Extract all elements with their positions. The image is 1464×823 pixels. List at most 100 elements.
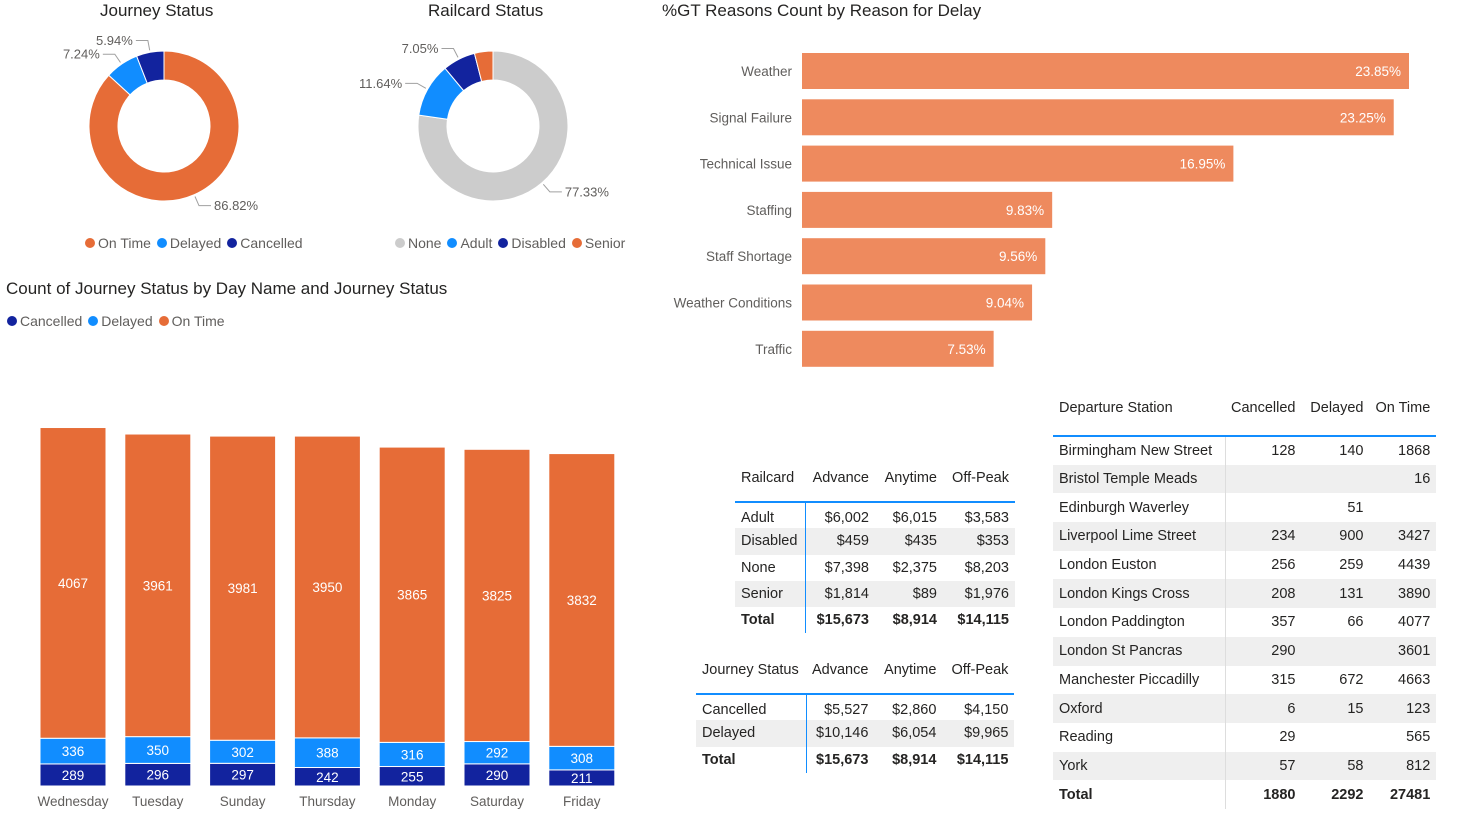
matrix-total-row: Total 1880 2292 27481 [1053, 780, 1436, 809]
row-label: Disabled [735, 528, 806, 555]
row-label: Total [1053, 780, 1226, 809]
table-row: Edinburgh Waverley 51 [1053, 493, 1437, 523]
day-chart-legend-delayed[interactable]: Delayed [88, 313, 153, 329]
day-stacked-column-chart[interactable]: 289 336 4067 Wednesday 296 350 3961 Tuesday 297 3… [0, 365, 660, 820]
column-header-cancelled[interactable]: Cancelled [1225, 400, 1302, 437]
railcard-legend-none[interactable]: None [395, 235, 441, 251]
railcard-leader-line [542, 183, 562, 193]
table-row: Oxford 6 15 123 [1053, 694, 1437, 723]
row-label: London Paddington [1053, 608, 1226, 637]
cell-value: $9,965 [942, 720, 1015, 747]
railcard-legend-senior[interactable]: Senior [571, 235, 625, 251]
matrix-header-row: Journey Status Advance Anytime Off-Peak [696, 662, 1015, 695]
cell-value: $3,583 [964, 509, 1009, 526]
column-header-railcard[interactable]: Railcard [735, 470, 805, 503]
matrix-table: Journey Status Advance Anytime Off-Peak Canc… [696, 662, 1015, 773]
matrix-total-row: Total $15,673 $8,914 $14,115 [696, 746, 1014, 773]
day-category-label: Saturday [470, 794, 524, 809]
day-chart-legend-on-time[interactable]: On Time [158, 313, 225, 329]
reason-category-label: Weather Conditions [674, 296, 793, 311]
day-category-label: Sunday [220, 794, 266, 809]
cell-value [1370, 493, 1437, 522]
reason-data-label: 23.85% [1355, 64, 1401, 79]
day-bar-data-label: 3832 [567, 593, 597, 608]
cell-value: 4077 [1398, 614, 1431, 631]
day-bar-data-label: 3825 [482, 588, 512, 603]
legend-dot-icon [227, 238, 238, 248]
column-header-journey-status[interactable]: Journey Status [696, 662, 806, 695]
legend-dot-icon [7, 316, 17, 326]
cell-value: 4439 [1398, 557, 1431, 574]
day-bar-data-label: 350 [147, 743, 170, 758]
cell-value: $8,914 [892, 612, 937, 629]
row-label: Cancelled [696, 694, 807, 721]
column-header-off-peak[interactable]: Off-Peak [943, 470, 1015, 503]
day-bar-data-label: 308 [571, 751, 594, 766]
legend-label: Disabled [511, 235, 566, 251]
cell-value: $14,115 [956, 751, 1009, 768]
table-row: Adult $6,002 $6,015 $3,583 [735, 502, 1015, 529]
column-header-anytime[interactable]: Anytime [874, 662, 943, 695]
cell-value: 16 [1369, 464, 1437, 494]
journey-status-leader-line [194, 196, 212, 207]
row-label: London Kings Cross [1053, 579, 1226, 609]
cell-value: 6 [1225, 694, 1302, 723]
column-header-advance[interactable]: Advance [806, 662, 875, 695]
day-bar-data-label: 336 [62, 744, 85, 759]
reasons-bar-chart[interactable]: Weather 23.85% Signal Failure 23.25% Technic… [660, 40, 1450, 385]
column-header-delayed[interactable]: Delayed [1301, 400, 1370, 437]
legend-dot-icon [498, 238, 509, 248]
railcard-legend-adult[interactable]: Adult [447, 235, 492, 251]
cell-value: 1880 [1263, 786, 1296, 803]
day-bar-data-label: 242 [316, 770, 339, 785]
cell-value: 3427 [1369, 522, 1437, 551]
legend-label: Delayed [101, 313, 153, 329]
legend-dot-icon [571, 238, 582, 248]
day-bar-data-label: 255 [401, 769, 424, 784]
legend-label: Adult [460, 235, 493, 251]
cell-value: $6,002 [824, 509, 869, 526]
journey-status-donut[interactable]: 86.82% 7.24%5.94% [0, 28, 330, 228]
journey-status-legend-delayed[interactable]: Delayed [156, 235, 221, 251]
legend-dot-icon [156, 238, 167, 248]
cell-value: $2,375 [892, 559, 937, 576]
column-header-on-time[interactable]: On Time [1369, 400, 1437, 437]
column-header-advance[interactable]: Advance [805, 470, 875, 503]
reason-category-label: Weather [741, 64, 792, 79]
cell-value: 123 [1369, 694, 1437, 723]
row-label: Oxford [1053, 694, 1226, 723]
railcard-status-legend[interactable]: None Adult Disabled Senior [395, 235, 631, 251]
journey-status-legend-on-time[interactable]: On Time [85, 235, 151, 251]
departure-station-matrix: Departure Station Cancelled Delayed On Time… [1053, 400, 1437, 809]
cell-value: 140 [1339, 442, 1364, 459]
cell-value: $10,146 [806, 720, 875, 747]
matrix-table: Railcard Advance Anytime Off-Peak Adult $6,00… [735, 470, 1015, 634]
journey-status-legend-cancelled[interactable]: Cancelled [227, 235, 303, 251]
cell-value: 234 [1225, 522, 1302, 551]
day-bar-data-label: 316 [401, 747, 424, 762]
legend-label: On Time [98, 235, 151, 251]
day-chart-legend-cancelled[interactable]: Cancelled [7, 313, 82, 329]
journey-status-legend[interactable]: On Time Delayed Cancelled [85, 235, 309, 251]
row-label: York [1053, 751, 1226, 781]
column-header-anytime[interactable]: Anytime [875, 470, 943, 503]
cell-value: 900 [1301, 522, 1370, 551]
legend-dot-icon [447, 238, 458, 248]
table-row: Bristol Temple Meads 16 [1053, 464, 1437, 494]
cell-value: 672 [1339, 671, 1364, 688]
day-category-label: Friday [563, 794, 601, 809]
reason-data-label: 7.53% [947, 342, 985, 357]
column-header-departure-station[interactable]: Departure Station [1053, 400, 1225, 437]
cell-value: $7,398 [824, 559, 869, 576]
railcard-price-matrix: Railcard Advance Anytime Off-Peak Adult $6,00… [735, 470, 1015, 634]
day-chart-legend[interactable]: Cancelled Delayed On Time [7, 313, 231, 329]
day-bar-data-label: 302 [231, 745, 254, 760]
railcard-status-donut[interactable]: 77.33% 11.64% 7.05% [330, 28, 660, 228]
cell-value: 3601 [1369, 636, 1437, 666]
cell-value: 66 [1347, 614, 1364, 631]
railcard-legend-disabled[interactable]: Disabled [498, 235, 566, 251]
table-row: Liverpool Lime Street 234 900 3427 [1053, 522, 1437, 551]
day-category-label: Wednesday [37, 794, 108, 809]
cell-value: 357 [1271, 614, 1296, 631]
column-header-off-peak[interactable]: Off-Peak [942, 662, 1015, 695]
